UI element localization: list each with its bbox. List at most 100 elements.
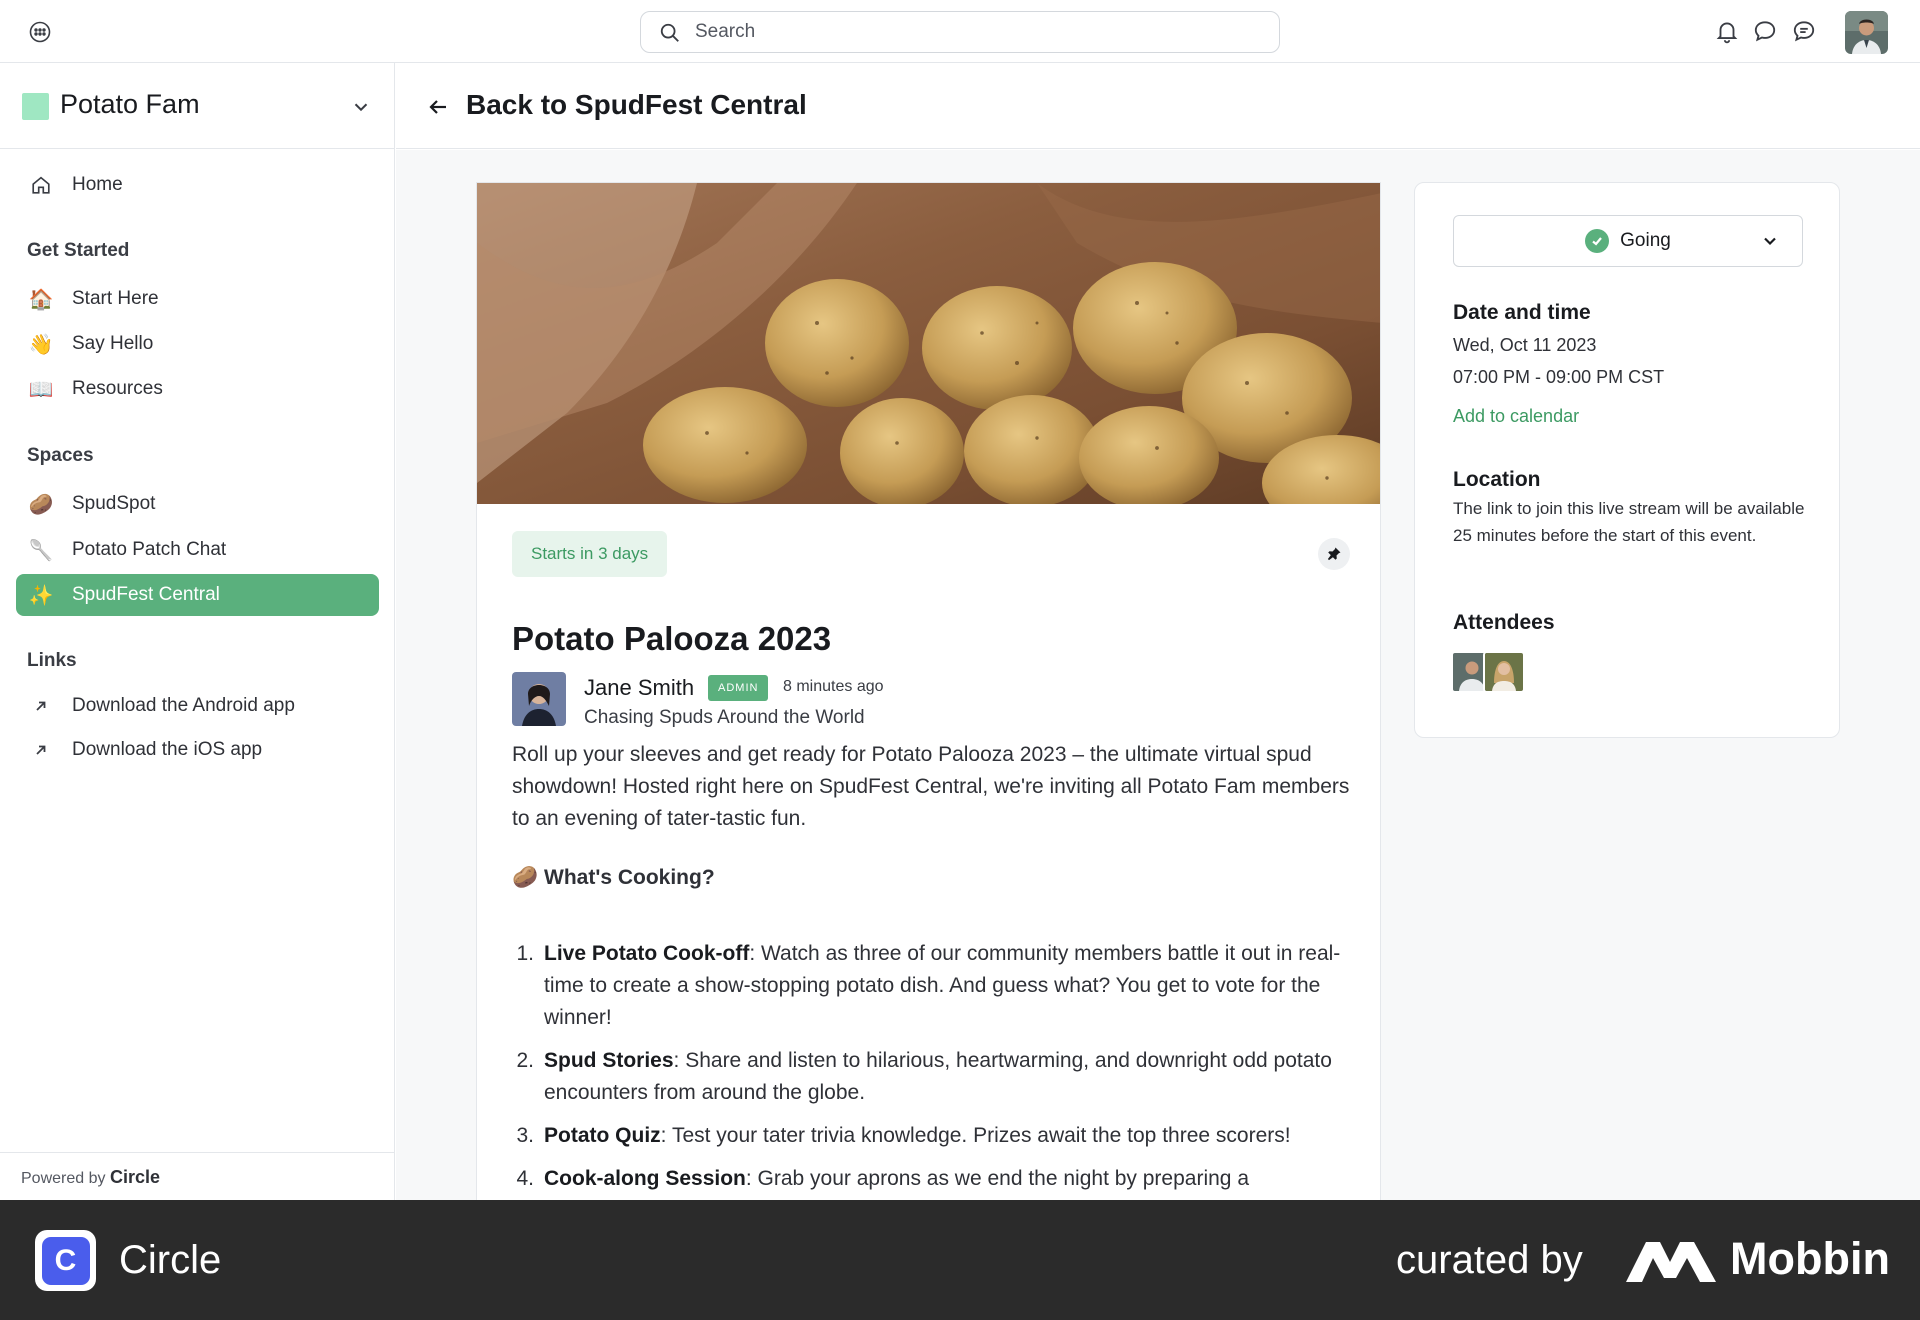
- agenda-list: 1. Live Potato Cook-off: Watch as three …: [512, 938, 1352, 1200]
- sidebar-item-label: SpudSpot: [72, 493, 156, 514]
- event-date: Wed, Oct 11 2023: [1453, 335, 1597, 355]
- list-number: 1.: [516, 942, 534, 965]
- list-number: 3.: [516, 1124, 534, 1147]
- list-item: 3. Potato Quiz: Test your tater trivia k…: [512, 1120, 1352, 1152]
- sidebar-link-label: Download the iOS app: [72, 739, 263, 760]
- event-details-card: Going Date and time Wed, Oct 11 2023 07:…: [1414, 182, 1840, 738]
- chevron-down-icon: [1764, 237, 1776, 246]
- chat-bubble-icon[interactable]: [1752, 17, 1778, 45]
- sidebar-item-potato-patch-chat[interactable]: 🥄 Potato Patch Chat: [16, 529, 379, 571]
- add-to-calendar-link[interactable]: Add to calendar: [1453, 406, 1579, 427]
- waving-hand-emoji-icon: 👋: [28, 333, 54, 356]
- pin-icon: [1327, 547, 1341, 561]
- sidebar-item-resources[interactable]: 📖 Resources: [16, 368, 379, 410]
- back-navigation[interactable]: Back to SpudFest Central: [396, 63, 1920, 149]
- list-item-title: Potato Quiz: [544, 1124, 661, 1147]
- sidebar-item-label: Start Here: [72, 288, 159, 309]
- event-time: 07:00 PM - 09:00 PM CST: [1453, 367, 1665, 387]
- sidebar: Potato Fam Home Get Started 🏠 Start Here…: [0, 63, 395, 1200]
- house-emoji-icon: 🏠: [28, 288, 54, 311]
- footer-banner: C Circle curated by Mobbin: [0, 1200, 1920, 1320]
- external-link-arrow-icon: [28, 698, 54, 714]
- starts-in-badge: Starts in 3 days: [512, 531, 668, 577]
- sparkles-emoji-icon: ✨: [28, 584, 54, 607]
- powered-by-prefix: Powered by: [21, 1170, 106, 1187]
- arrow-left-icon[interactable]: [426, 95, 450, 119]
- section-heading-whats-cooking: 🥔 What's Cooking?: [512, 866, 715, 890]
- powered-by-brand: Circle: [109, 1167, 160, 1187]
- sidebar-item-label: Home: [72, 174, 123, 195]
- location-text: The link to join this live stream will b…: [1453, 499, 1805, 545]
- sidebar-item-label: Say Hello: [72, 333, 154, 354]
- cover-image: [477, 183, 1380, 504]
- sidebar-item-spudfest-central[interactable]: ✨ SpudFest Central: [16, 574, 379, 616]
- list-item-title: Cook-along Session: [544, 1167, 746, 1190]
- community-switcher[interactable]: Potato Fam: [0, 63, 394, 149]
- section-heading-spaces: Spaces: [27, 445, 94, 466]
- pin-button[interactable]: [1318, 538, 1350, 570]
- search-bar[interactable]: [640, 11, 1280, 53]
- location-heading: Location: [1453, 468, 1541, 491]
- sidebar-link-ios[interactable]: Download the iOS app: [16, 729, 379, 771]
- top-bar: [0, 0, 1920, 63]
- event-post: Starts in 3 days Potato Palooza 2023 Jan…: [476, 182, 1381, 1200]
- post-title: Potato Palooza 2023: [512, 620, 832, 657]
- powered-by-circle[interactable]: Powered by Circle: [0, 1152, 394, 1200]
- external-link-arrow-icon: [28, 742, 54, 758]
- section-heading-get-started: Get Started: [27, 240, 130, 261]
- check-circle-icon: [1585, 229, 1610, 253]
- list-item-text: : Test your tater trivia knowledge. Priz…: [660, 1124, 1291, 1147]
- back-link-label[interactable]: Back to SpudFest Central: [466, 89, 807, 121]
- mobbin-brand: Mobbin: [1730, 1233, 1890, 1284]
- bell-icon[interactable]: [1714, 17, 1740, 45]
- curated-by-label: curated by: [1396, 1238, 1583, 1282]
- author-avatar[interactable]: [512, 672, 566, 726]
- post-intro: Roll up your sleeves and get ready for P…: [512, 743, 1350, 830]
- community-logo: [22, 93, 49, 120]
- sidebar-item-start-here[interactable]: 🏠 Start Here: [16, 278, 379, 320]
- user-avatar[interactable]: [1845, 11, 1888, 54]
- list-number: 4.: [516, 1167, 534, 1190]
- author-name[interactable]: Jane Smith: [584, 675, 694, 701]
- admin-badge: ADMIN: [708, 675, 769, 701]
- chevron-down-icon[interactable]: [350, 96, 372, 118]
- list-item: 4. Cook-along Session: Grab your aprons …: [512, 1163, 1352, 1195]
- home-icon: [28, 174, 54, 196]
- circle-logo-letter: C: [41, 1236, 90, 1285]
- rsvp-status: Going: [1620, 230, 1671, 251]
- book-emoji-icon: 📖: [28, 378, 54, 401]
- section-heading-text: What's Cooking?: [544, 866, 715, 889]
- potato-emoji-icon: 🥔: [512, 866, 539, 889]
- post-timestamp: 8 minutes ago: [783, 678, 884, 695]
- list-number: 2.: [516, 1049, 534, 1072]
- sidebar-item-label: Resources: [72, 378, 163, 399]
- sidebar-item-label: SpudFest Central: [72, 584, 220, 605]
- attendees-heading: Attendees: [1453, 611, 1555, 634]
- sidebar-link-android[interactable]: Download the Android app: [16, 685, 379, 727]
- mobbin-logo-icon: [1626, 1242, 1716, 1282]
- list-item: 1. Live Potato Cook-off: Watch as three …: [512, 938, 1352, 1034]
- spoon-emoji-icon: 🥄: [28, 539, 54, 562]
- messages-icon[interactable]: [1791, 17, 1817, 45]
- search-icon: [660, 23, 679, 42]
- list-item-title: Live Potato Cook-off: [544, 942, 750, 965]
- sidebar-item-home[interactable]: Home: [16, 164, 379, 206]
- app-name: Circle: [119, 1238, 222, 1282]
- menu-icon[interactable]: [28, 20, 52, 44]
- list-item-text: : Grab your aprons as we end the night b…: [745, 1167, 1249, 1190]
- circle-app-icon: C: [35, 1230, 96, 1291]
- list-item-title: Spud Stories: [544, 1049, 674, 1072]
- author-headline: Chasing Spuds Around the World: [584, 707, 865, 728]
- sidebar-item-say-hello[interactable]: 👋 Say Hello: [16, 323, 379, 365]
- section-heading-links: Links: [27, 650, 77, 671]
- sidebar-item-label: Potato Patch Chat: [72, 539, 227, 560]
- sidebar-link-label: Download the Android app: [72, 695, 295, 716]
- sidebar-item-spudspot[interactable]: 🥔 SpudSpot: [16, 483, 379, 525]
- list-item: 2. Spud Stories: Share and listen to hil…: [512, 1045, 1352, 1109]
- community-name: Potato Fam: [60, 89, 200, 119]
- attendee-avatar[interactable]: [1483, 651, 1525, 693]
- potato-emoji-icon: 🥔: [28, 493, 54, 516]
- search-input[interactable]: [695, 12, 1265, 52]
- date-time-heading: Date and time: [1453, 301, 1591, 324]
- rsvp-dropdown[interactable]: Going: [1453, 215, 1803, 267]
